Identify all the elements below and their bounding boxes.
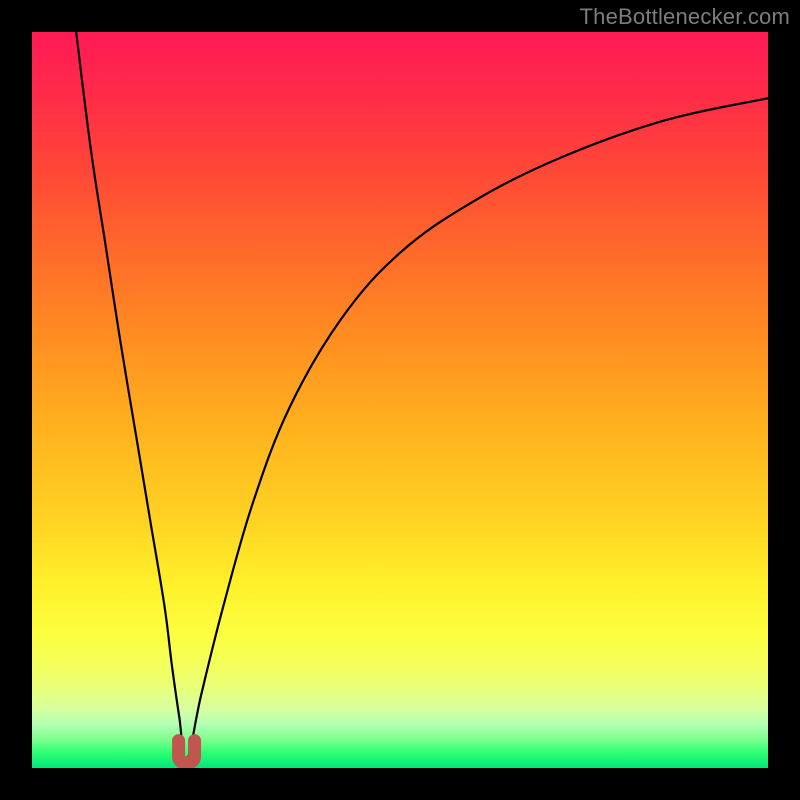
- curve-path: [76, 32, 768, 761]
- chart-frame: TheBottlenecker.com: [0, 0, 800, 800]
- bottleneck-curve: [32, 32, 768, 768]
- watermark-text: TheBottlenecker.com: [580, 4, 790, 30]
- vertex-u-marker: [179, 741, 195, 763]
- plot-area: [32, 32, 768, 768]
